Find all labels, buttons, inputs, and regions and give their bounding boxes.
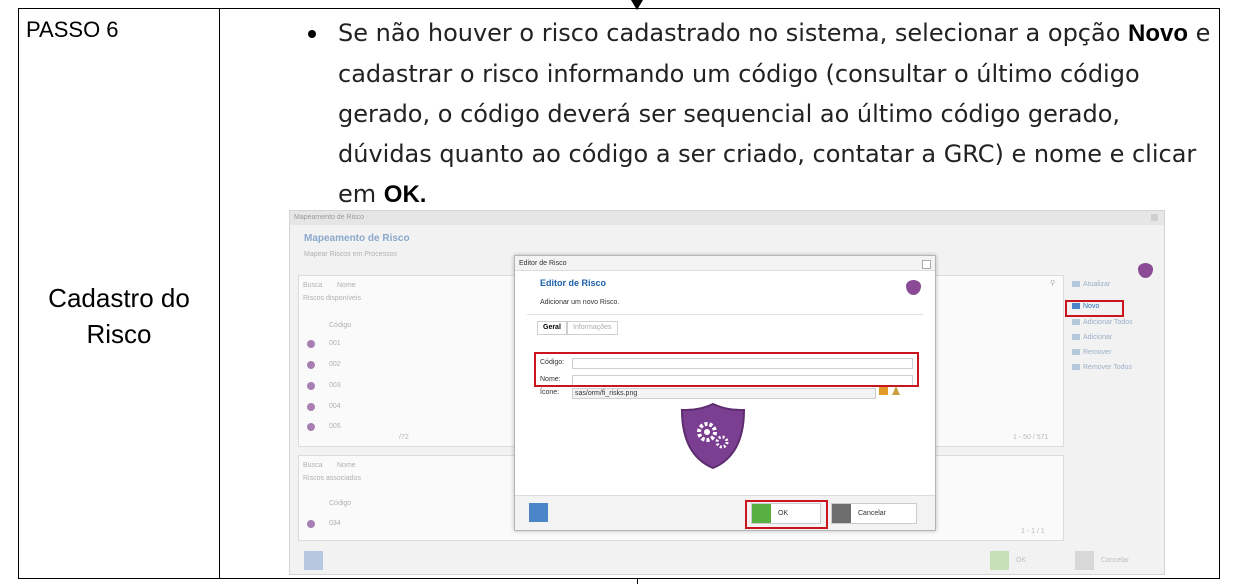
remove-all-icon: [1072, 364, 1080, 371]
search-icon[interactable]: ⚲: [1050, 279, 1055, 287]
section-title-line1: Cadastro do: [48, 283, 190, 313]
screenshot-title: Mapeamento de Risco: [304, 233, 410, 244]
instruction-bullet: Se não houver o risco cadastrado no sist…: [220, 9, 1219, 215]
risk-shield-icon: [680, 402, 746, 470]
add-label: Adicionar: [1083, 334, 1113, 341]
dialog-subtitle: Adicionar um novo Risco.: [540, 299, 620, 306]
add-all-icon: [1072, 319, 1080, 326]
flow-line: [637, 578, 638, 584]
screenshot-window-title: Mapeamento de Risco: [290, 211, 1164, 225]
instruction-text-1: Se não houver o risco cadastrado no sist…: [338, 19, 1129, 47]
search-label-2: Busca: [303, 462, 323, 469]
embedded-screenshot: Mapeamento de Risco Mapeamento de Risco …: [289, 210, 1165, 575]
code-column-header: Código: [329, 322, 352, 329]
search-field-select[interactable]: Nome: [337, 282, 356, 289]
shield-icon: [1138, 263, 1153, 278]
search-label: Busca: [303, 282, 323, 289]
dialog-help-icon[interactable]: [529, 503, 548, 522]
risk-icon: [307, 361, 315, 369]
remove-all-label: Remover Todos: [1083, 364, 1132, 371]
instruction-text-2: e cadastrar o risco informando um código…: [338, 19, 1211, 208]
left-cell: PASSO 6 Cadastro do Risco: [18, 8, 220, 579]
dialog-footer: OK Cancelar: [515, 495, 935, 530]
dialog-cancel-button[interactable]: Cancelar: [831, 503, 917, 524]
list-item[interactable]: 002: [329, 361, 341, 368]
add-button[interactable]: Adicionar: [1072, 334, 1112, 341]
available-label: Riscos disponíveis: [303, 295, 361, 302]
pager-total: /72: [399, 434, 409, 441]
icon-path-field[interactable]: sas/orm/fi_risks.png: [572, 388, 876, 399]
main-ok-label: OK: [1016, 557, 1027, 564]
refresh-icon: [1072, 281, 1080, 288]
risk-icon: [307, 403, 315, 411]
add-all-label: Adicionar Todos: [1083, 319, 1133, 326]
tab-geral[interactable]: Geral: [537, 321, 567, 335]
section-title-line2: Risco: [86, 319, 152, 349]
main-cancel-label: Cancelar: [1101, 557, 1130, 564]
main-ok-button[interactable]: OK: [990, 551, 1060, 570]
ok-arrow-icon: [990, 551, 1009, 570]
range-top: 1 - 50 / 571: [1013, 434, 1049, 441]
remove-icon: [1072, 349, 1080, 356]
list-item[interactable]: 004: [329, 403, 341, 410]
risk-icon: [307, 382, 315, 390]
divider: [527, 314, 923, 315]
cancel-x-icon: [1075, 551, 1094, 570]
add-icon: [1072, 334, 1080, 341]
associated-label: Riscos associados: [303, 475, 361, 482]
screenshot-subtitle: Mapear Riscos em Processos: [304, 251, 397, 258]
remove-button[interactable]: Remover: [1072, 349, 1111, 356]
refresh-button[interactable]: Atualizar: [1072, 281, 1110, 288]
add-all-button[interactable]: Adicionar Todos: [1072, 319, 1133, 326]
bullet-dot-icon: [308, 30, 316, 38]
main-cancel-button[interactable]: Cancelar: [1075, 551, 1155, 570]
risk-icon: [307, 423, 315, 431]
risk-icon: [307, 340, 315, 348]
remove-label: Remover: [1083, 349, 1112, 356]
dialog-shield-icon: [906, 280, 921, 295]
highlight-ok-button: [745, 500, 828, 529]
cancel-x-icon: [832, 504, 851, 523]
instruction-bold-novo: Novo: [1128, 20, 1189, 47]
help-icon[interactable]: [304, 551, 323, 570]
list-item[interactable]: 003: [329, 382, 341, 389]
tab-informacoes[interactable]: Informações: [567, 321, 618, 335]
list-item[interactable]: 005: [329, 423, 341, 430]
dialog-cancel-label: Cancelar: [858, 510, 887, 517]
window-minimize-icon[interactable]: [1151, 214, 1158, 221]
search-field-select-2[interactable]: Nome: [337, 462, 356, 469]
section-title: Cadastro do Risco: [19, 43, 219, 352]
range-bottom: 1 - 1 / 1: [1021, 528, 1045, 535]
dialog-minimize-icon[interactable]: [922, 260, 931, 269]
risk-icon: [307, 520, 315, 528]
highlight-new-button: [1065, 300, 1124, 317]
icon-label: Ícone:: [540, 389, 560, 396]
dialog-title: Editor de Risco: [540, 278, 607, 288]
refresh-label: Atualizar: [1083, 281, 1111, 288]
folder-icon[interactable]: [879, 387, 888, 395]
highlight-code-name-fields: [534, 352, 919, 387]
list-item[interactable]: 001: [329, 340, 341, 347]
instruction-bold-ok: OK.: [383, 181, 427, 208]
list-item[interactable]: 034: [329, 520, 341, 527]
remove-all-button[interactable]: Remover Todos: [1072, 364, 1132, 371]
clear-icon[interactable]: [892, 386, 900, 395]
dialog-window-title: Editor de Risco: [515, 256, 935, 271]
code-column-header-2: Código: [329, 500, 352, 507]
step-label: PASSO 6: [26, 17, 119, 42]
risk-editor-dialog: Editor de Risco Editor de Risco Adiciona…: [514, 255, 936, 531]
